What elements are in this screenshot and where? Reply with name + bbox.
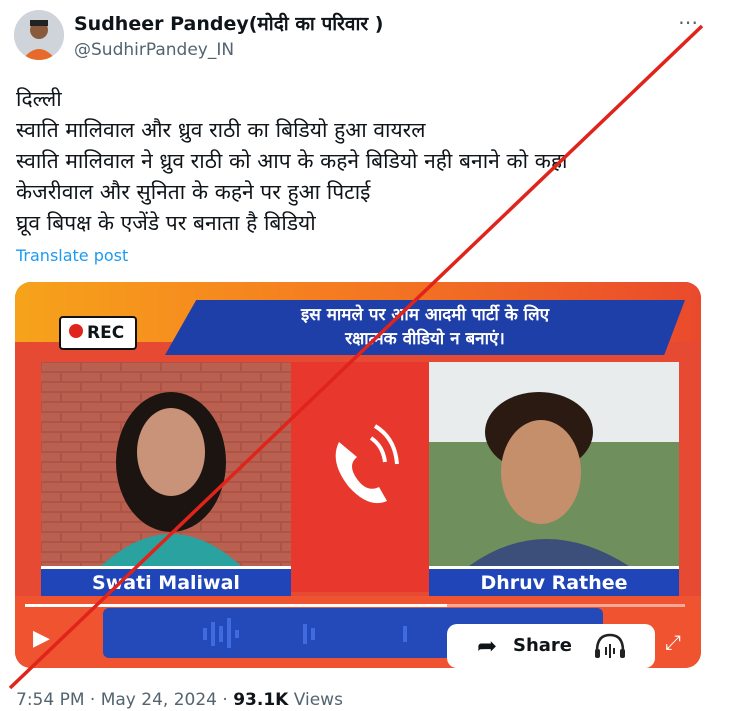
post-date[interactable]: May 24, 2024 [101, 690, 217, 710]
rec-label: REC [87, 323, 125, 343]
left-person-image [41, 362, 291, 566]
views-label: Views [288, 690, 343, 710]
headphones-icon [593, 624, 627, 668]
author-handle[interactable]: @SudhirPandey_IN [74, 40, 234, 60]
rec-dot-icon [69, 324, 83, 338]
video-progress-bar[interactable] [25, 604, 685, 607]
avatar-image [14, 10, 64, 60]
separator: · [84, 690, 101, 710]
play-icon[interactable]: ▶ [33, 626, 50, 651]
headline-line: इस मामले पर आम आदमी पार्टी के लिए [300, 305, 550, 325]
author-name[interactable]: Sudheer Pandey(मोदी का परिवार ) [74, 10, 384, 36]
more-options-icon[interactable]: ⋯ [678, 10, 699, 34]
phone-icon [335, 424, 399, 504]
video-media[interactable]: REC इस मामले पर आम आदमी पार्टी के लिए रक… [15, 282, 701, 668]
tweet-line: केजरीवाल और सुनिता के कहने पर हुआ पिटाई [16, 180, 371, 204]
views-count: 93.1K [233, 690, 289, 710]
call-panel [291, 362, 429, 592]
left-person-panel [41, 362, 291, 566]
tweet-meta: 7:54 PM · May 24, 2024 · 93.1K Views [16, 690, 343, 710]
share-arrow-icon: ➦ [477, 632, 498, 660]
expand-icon[interactable]: ⤢ [665, 630, 681, 654]
tweet-line: स्वाति मालिवाल और ध्रुव राठी का बिडियो ह… [16, 118, 426, 142]
share-button[interactable]: ➦ Share [447, 624, 655, 668]
right-person-panel [429, 362, 679, 566]
right-person-image [429, 362, 679, 566]
rec-badge: REC [59, 316, 137, 350]
separator: · [216, 690, 234, 710]
translate-post-link[interactable]: Translate post [16, 246, 128, 265]
video-progress-fill [25, 604, 448, 607]
tweet-line: स्वाति मालिवाल ने ध्रुव राठी को आप के कह… [16, 149, 568, 173]
video-headline: इस मामले पर आम आदमी पार्टी के लिए रक्षात… [165, 300, 685, 355]
avatar[interactable] [14, 10, 64, 60]
tweet-line: दिल्ली [16, 87, 62, 111]
tweet-text: दिल्ली स्वाति मालिवाल और ध्रुव राठी का ब… [16, 84, 567, 239]
left-name-label: Swati Maliwal [41, 566, 291, 597]
headline-line: रक्षात्मक वीडियो न बनाएं। [345, 329, 505, 349]
tweet-line: घ्रूव बिपक्ष के एजेंडे पर बनाता है बिडिय… [16, 211, 316, 235]
right-name-label: Dhruv Rathee [429, 566, 679, 597]
post-time[interactable]: 7:54 PM [16, 690, 85, 710]
share-label: Share [513, 635, 573, 656]
